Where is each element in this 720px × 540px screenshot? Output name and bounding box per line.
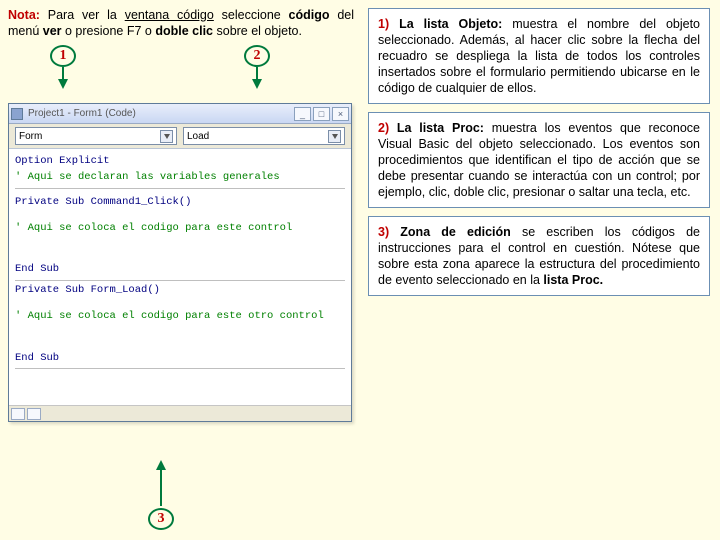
vb-code-window: Project1 - Form1 (Code) _ □ × Form Load … bbox=[8, 103, 352, 422]
vb-icon bbox=[11, 108, 23, 120]
view-btn-1[interactable] bbox=[11, 408, 25, 420]
code-editor[interactable]: Option Explicit ' Aqui se declaran las v… bbox=[9, 149, 351, 405]
top-callouts: 1 2 bbox=[8, 45, 354, 89]
proc-combo-value: Load bbox=[187, 131, 209, 142]
callout-1: 1 bbox=[50, 45, 76, 67]
arrow-down-1 bbox=[58, 67, 68, 89]
left-column: Nota: Para ver la ventana código selecci… bbox=[0, 0, 362, 540]
proc-combo[interactable]: Load bbox=[183, 127, 345, 145]
callout-3-wrap: 3 bbox=[148, 460, 174, 530]
close-button[interactable]: × bbox=[332, 107, 349, 121]
maximize-button[interactable]: □ bbox=[313, 107, 330, 121]
box-2: 2) La lista Proc: muestra los eventos qu… bbox=[368, 112, 710, 208]
callout-3: 3 bbox=[148, 508, 174, 530]
titlebar: Project1 - Form1 (Code) _ □ × bbox=[9, 104, 351, 124]
vb-footer bbox=[9, 405, 351, 421]
object-combo-value: Form bbox=[19, 131, 42, 142]
minimize-button[interactable]: _ bbox=[294, 107, 311, 121]
chevron-down-icon[interactable] bbox=[160, 130, 173, 143]
note-paragraph: Nota: Para ver la ventana código selecci… bbox=[8, 8, 354, 39]
window-title: Project1 - Form1 (Code) bbox=[28, 108, 292, 119]
chevron-down-icon[interactable] bbox=[328, 130, 341, 143]
callout-2: 2 bbox=[244, 45, 270, 67]
combo-row: Form Load bbox=[9, 124, 351, 149]
box-3: 3) Zona de edición se escriben los códig… bbox=[368, 216, 710, 296]
object-combo[interactable]: Form bbox=[15, 127, 177, 145]
arrow-down-2 bbox=[252, 67, 262, 89]
right-column: 1) La lista Objeto: muestra el nombre de… bbox=[362, 0, 720, 540]
box-1: 1) La lista Objeto: muestra el nombre de… bbox=[368, 8, 710, 104]
view-btn-2[interactable] bbox=[27, 408, 41, 420]
arrow-up-3 bbox=[156, 460, 166, 506]
